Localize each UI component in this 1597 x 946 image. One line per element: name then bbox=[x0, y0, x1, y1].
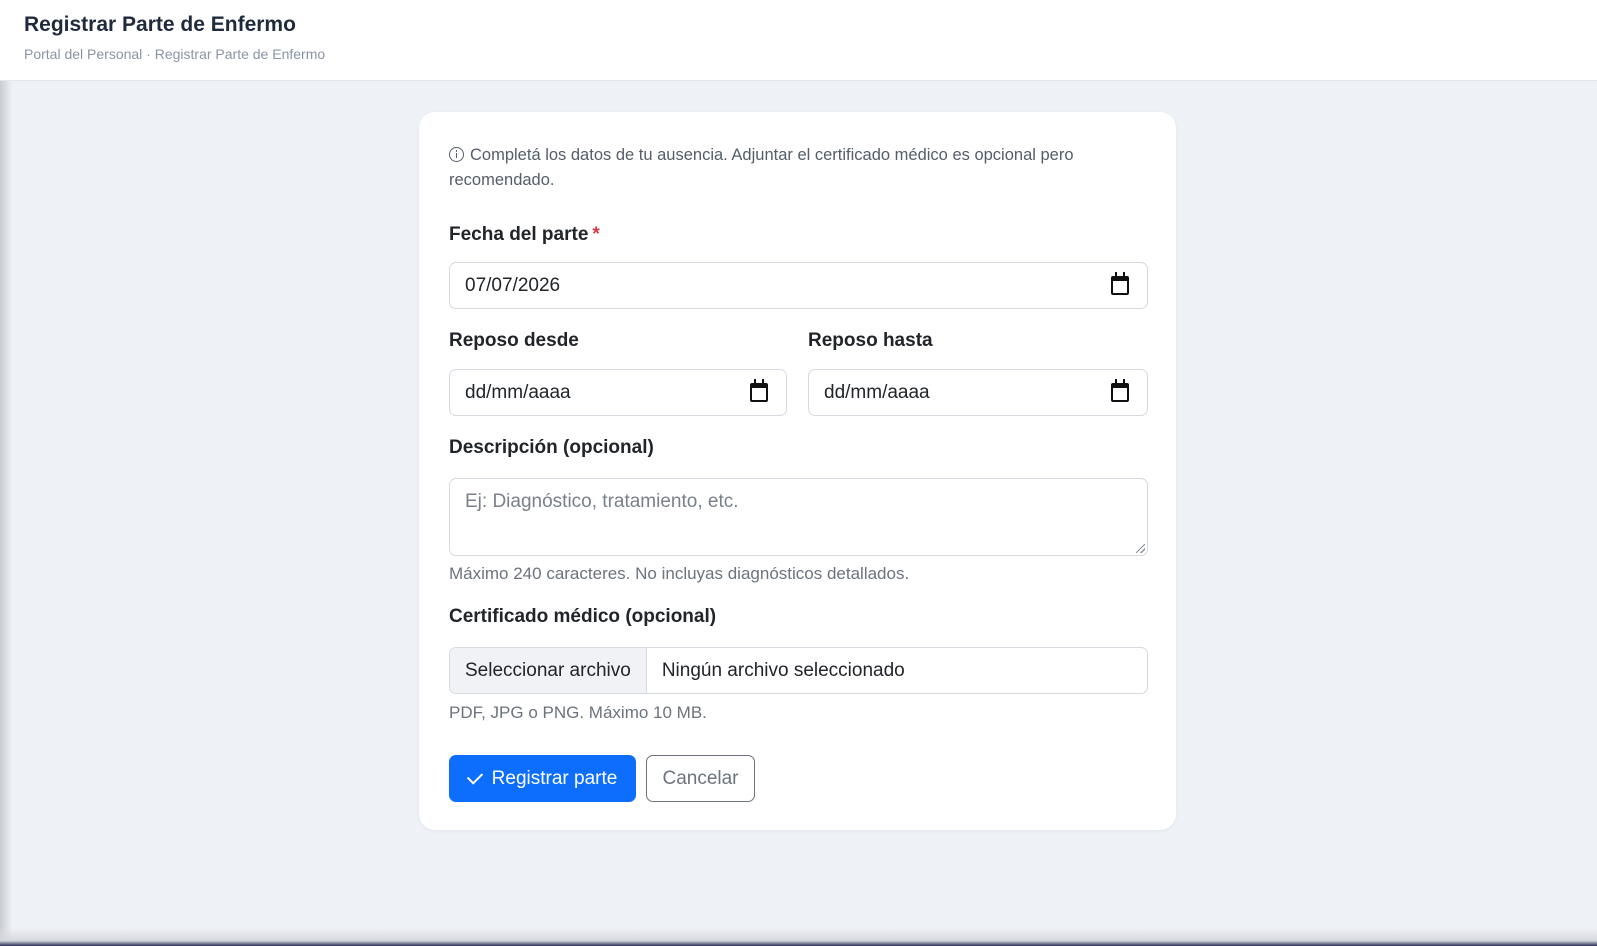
calendar-icon[interactable] bbox=[1111, 379, 1129, 402]
certificado-file-input[interactable]: Seleccionar archivo Ningún archivo selec… bbox=[449, 647, 1148, 694]
fecha-parte-label: Fecha del parte * bbox=[449, 224, 600, 246]
info-circle-icon bbox=[449, 147, 464, 162]
descripcion-help: Máximo 240 caracteres. No incluyas diagn… bbox=[449, 564, 910, 583]
descripcion-textarea[interactable]: Ej: Diagnóstico, tratamiento, etc. bbox=[449, 478, 1148, 556]
descripcion-label: Descripción (opcional) bbox=[449, 437, 654, 458]
check-icon bbox=[466, 767, 483, 785]
calendar-icon[interactable] bbox=[1111, 272, 1129, 295]
certificado-help: PDF, JPG o PNG. Máximo 10 MB. bbox=[449, 703, 707, 722]
info-message: Completá los datos de tu ausencia. Adjun… bbox=[449, 143, 1139, 193]
breadcrumb: Portal del Personal · Registrar Parte de… bbox=[24, 46, 326, 62]
file-status: Ningún archivo seleccionado bbox=[661, 659, 905, 681]
reposo-desde-label: Reposo desde bbox=[449, 330, 579, 351]
page-title: Registrar Parte de Enfermo bbox=[24, 13, 296, 36]
register-button-label: Registrar parte bbox=[491, 767, 618, 789]
fecha-parte-input[interactable]: 07/07/2026 bbox=[449, 262, 1148, 309]
reposo-hasta-value: dd/mm/aaaa bbox=[824, 381, 930, 403]
fecha-parte-label-text: Fecha del parte bbox=[449, 224, 589, 245]
page-header: Registrar Parte de Enfermo Portal del Pe… bbox=[0, 0, 1597, 81]
fecha-parte-value: 07/07/2026 bbox=[465, 274, 561, 296]
register-button[interactable]: Registrar parte bbox=[449, 755, 636, 802]
reposo-desde-input[interactable]: dd/mm/aaaa bbox=[449, 369, 787, 416]
sick-leave-form-card: Completá los datos de tu ausencia. Adjun… bbox=[419, 112, 1176, 830]
select-file-button[interactable]: Seleccionar archivo bbox=[450, 648, 647, 693]
left-edge-shadow bbox=[0, 80, 12, 946]
certificado-label: Certificado médico (opcional) bbox=[449, 606, 717, 627]
reposo-hasta-label: Reposo hasta bbox=[808, 330, 933, 351]
reposo-hasta-input[interactable]: dd/mm/aaaa bbox=[808, 369, 1148, 416]
calendar-icon[interactable] bbox=[750, 379, 768, 402]
info-text: Completá los datos de tu ausencia. Adjun… bbox=[449, 146, 1074, 189]
reposo-desde-value: dd/mm/aaaa bbox=[465, 381, 571, 403]
required-mark: * bbox=[592, 224, 600, 245]
resize-grip-icon[interactable] bbox=[1136, 544, 1145, 553]
descripcion-placeholder: Ej: Diagnóstico, tratamiento, etc. bbox=[465, 491, 739, 512]
bottom-edge-bar bbox=[0, 928, 1597, 946]
cancel-button[interactable]: Cancelar bbox=[646, 755, 755, 802]
